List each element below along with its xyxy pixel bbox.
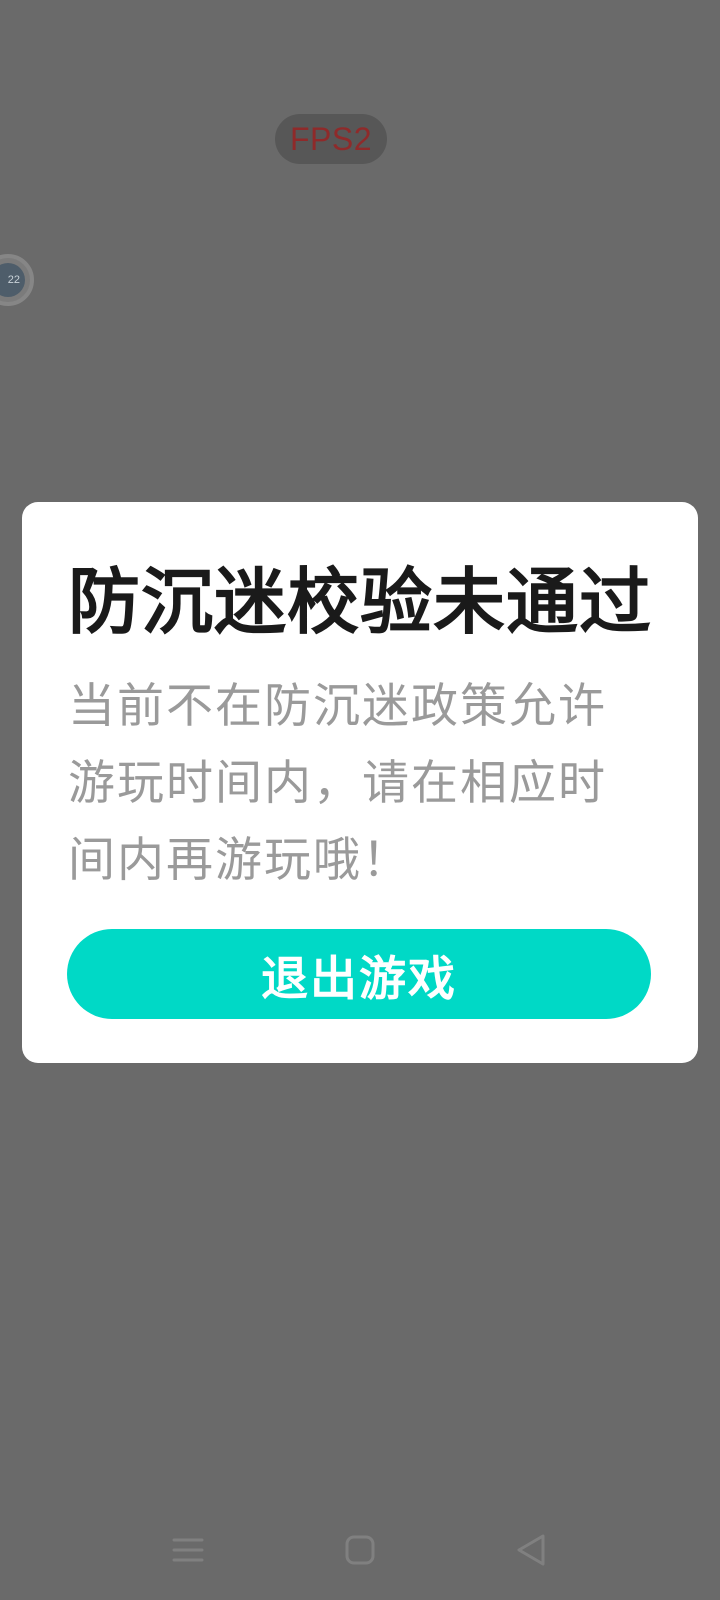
anti-addiction-dialog: 防沉迷校验未通过 当前不在防沉迷政策允许游玩时间内，请在相应时间内再游玩哦！ 退… <box>22 502 698 1063</box>
menu-icon <box>172 1538 204 1562</box>
dialog-title: 防沉迷校验未通过 <box>68 560 653 644</box>
floating-assistant-icon: 22 <box>0 263 25 297</box>
dialog-message: 当前不在防沉迷政策允许游玩时间内，请在相应时间内再游玩哦！ <box>68 679 607 888</box>
nav-back-button[interactable] <box>499 1518 563 1582</box>
floating-assistant-text: 22 <box>7 274 20 286</box>
floating-assistant-ball[interactable]: 22 <box>0 254 34 306</box>
nav-menu-button[interactable] <box>156 1518 220 1582</box>
nav-home-button[interactable] <box>328 1518 392 1582</box>
exit-game-button[interactable]: 退出游戏 <box>67 929 651 1019</box>
fps-counter-label: FPS2 <box>289 120 373 157</box>
system-navigation-bar <box>0 1518 720 1582</box>
game-screen-backdrop: FPS2 22 防沉迷校验未通过 当前不在防沉迷政策允许游玩时间内，请在相应时间… <box>0 0 720 1600</box>
home-icon <box>345 1535 375 1565</box>
back-icon <box>517 1534 545 1566</box>
fps-counter-badge: FPS2 <box>275 114 387 164</box>
